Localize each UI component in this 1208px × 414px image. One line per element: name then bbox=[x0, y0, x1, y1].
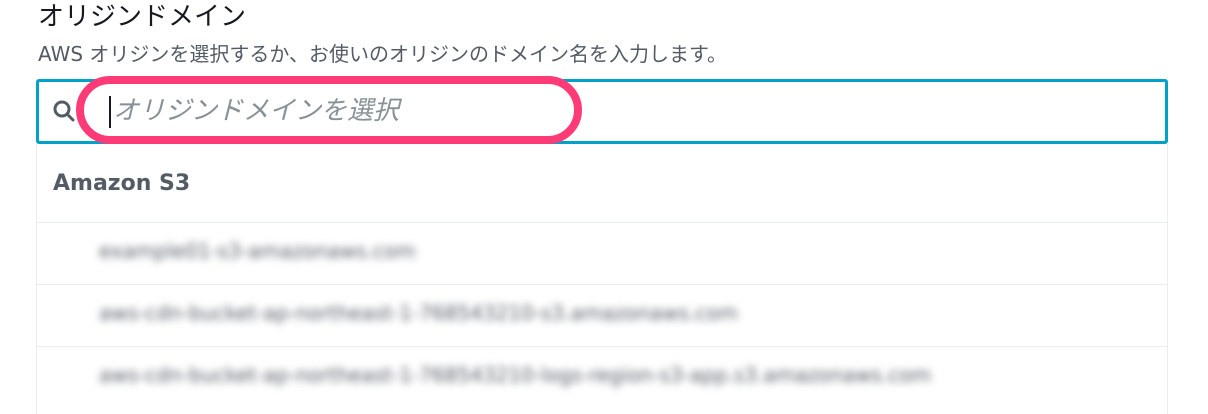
origin-domain-input[interactable] bbox=[113, 90, 713, 132]
field-description: AWS オリジンを選択するか、お使いのオリジンのドメイン名を入力します。 bbox=[38, 42, 728, 66]
group-header-amazon-s3: Amazon S3 bbox=[53, 171, 191, 196]
list-item[interactable]: aws-cdn-bucket-ap-northeast-1-768543210-… bbox=[37, 285, 1167, 345]
text-cursor bbox=[109, 96, 111, 128]
list-item-label: aws-cdn-bucket-ap-northeast-1-768543210-… bbox=[99, 363, 931, 387]
origin-dropdown-list: Amazon S3 example01-s3-amazonaws.com aws… bbox=[36, 144, 1168, 414]
search-icon bbox=[53, 100, 75, 122]
field-label: オリジンドメイン bbox=[38, 2, 247, 32]
list-item-label: aws-cdn-bucket-ap-northeast-1-768543210-… bbox=[99, 301, 738, 325]
list-item[interactable]: example01-s3-amazonaws.com bbox=[37, 223, 1167, 283]
list-item[interactable]: aws-cdn-bucket-ap-northeast-1-768543210-… bbox=[37, 347, 1167, 407]
origin-domain-search[interactable] bbox=[36, 79, 1168, 144]
list-item-label: example01-s3-amazonaws.com bbox=[99, 239, 416, 263]
